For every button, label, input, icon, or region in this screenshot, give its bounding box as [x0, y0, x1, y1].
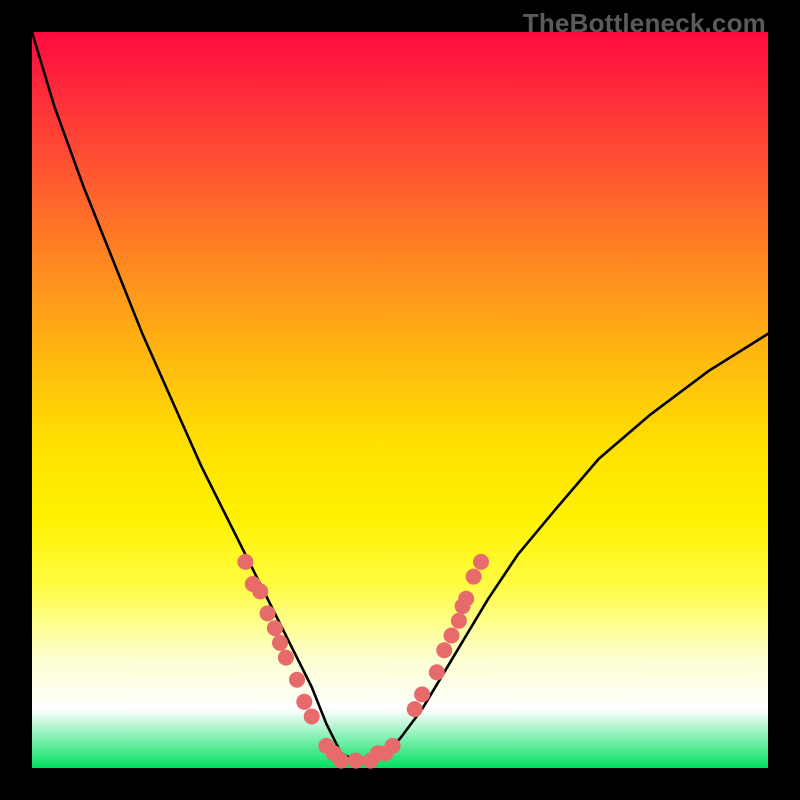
curve-marker: [260, 605, 276, 621]
curve-marker: [272, 635, 288, 651]
curve-marker: [252, 583, 268, 599]
curve-marker: [237, 554, 253, 570]
chart-svg: [32, 32, 768, 768]
watermark-text: TheBottleneck.com: [523, 8, 766, 39]
curve-marker: [348, 753, 364, 769]
curve-marker: [385, 738, 401, 754]
curve-marker: [267, 620, 283, 636]
curve-marker: [289, 672, 305, 688]
curve-marker: [407, 701, 423, 717]
curve-marker: [466, 569, 482, 585]
plot-area: [32, 32, 768, 768]
curve-marker: [451, 613, 467, 629]
curve-marker: [278, 650, 294, 666]
curve-marker: [444, 628, 460, 644]
curve-marker: [436, 642, 452, 658]
curve-marker: [414, 686, 430, 702]
curve-marker: [458, 591, 474, 607]
curve-marker: [304, 709, 320, 725]
chart-container: TheBottleneck.com: [0, 0, 800, 800]
curve-marker: [333, 753, 349, 769]
curve-marker: [429, 664, 445, 680]
curve-marker: [473, 554, 489, 570]
bottleneck-curve: [32, 32, 768, 761]
curve-marker: [296, 694, 312, 710]
